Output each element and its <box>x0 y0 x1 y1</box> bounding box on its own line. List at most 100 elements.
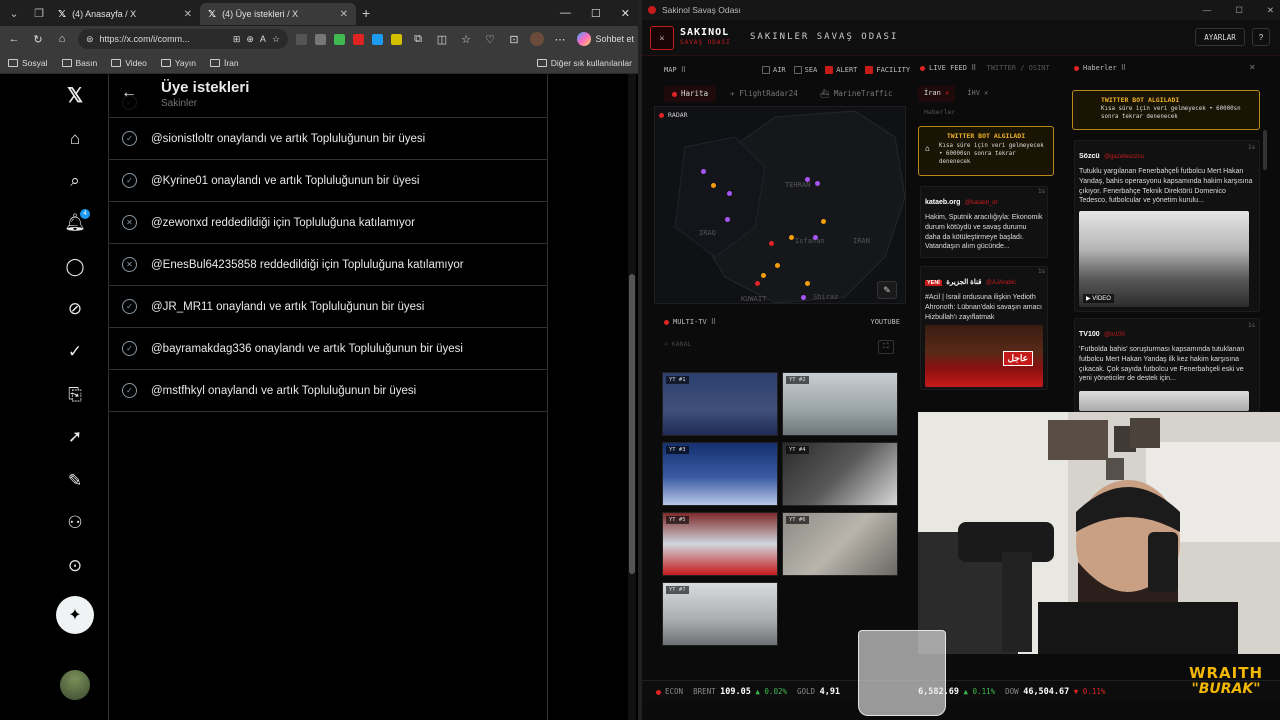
tab-flightradar[interactable]: ✈ FlightRadar24 <box>722 86 806 102</box>
close-icon[interactable]: ✕ <box>184 9 192 20</box>
list-item[interactable]: ✓ @sionistloltr onaylandı ve artık Toplu… <box>109 118 547 160</box>
news-image[interactable]: ▶ VİDEO <box>1079 211 1249 307</box>
tv-screen[interactable]: YT #5 <box>662 512 778 576</box>
close-icon[interactable]: ✕ <box>1249 63 1256 72</box>
home-icon[interactable]: ⌂ <box>54 33 70 45</box>
map-marker[interactable] <box>769 241 774 246</box>
news-item[interactable]: TV100 @tv100 'Futbolda bahis' soruşturma… <box>1074 318 1260 412</box>
jobs-rocket-icon[interactable]: ➚ <box>64 426 86 448</box>
tab-ihv[interactable]: İHV ✕ <box>961 86 994 102</box>
url-input[interactable]: ⊜ https://x.com/i/comm... ⊞ ⊕ A ☆ <box>78 29 288 49</box>
close-icon[interactable]: ✕ <box>945 89 949 97</box>
map-marker[interactable] <box>775 263 780 268</box>
post-button[interactable]: ✦ <box>56 596 94 634</box>
map-marker[interactable] <box>815 181 820 186</box>
map-marker[interactable] <box>801 295 806 300</box>
extension-icon[interactable] <box>296 33 307 45</box>
help-button[interactable]: ? <box>1252 28 1270 46</box>
filter-facility[interactable]: FACILITY <box>865 66 910 74</box>
messages-icon[interactable]: ◯ <box>64 256 86 278</box>
extension-icon[interactable] <box>334 33 345 45</box>
list-item[interactable]: ✓ @Kyrine01 onaylandı ve artık Topluluğu… <box>109 160 547 202</box>
bookmark-folder[interactable]: Basın <box>61 58 97 68</box>
new-tab-button[interactable]: + <box>362 5 370 21</box>
bookmark-folder[interactable]: İran <box>209 58 239 68</box>
explore-search-icon[interactable]: ⌕ <box>64 170 86 192</box>
tab-actions-icon[interactable]: ⌄ <box>3 2 25 24</box>
fullscreen-button[interactable]: ⛶ <box>878 340 894 354</box>
maximize-icon[interactable]: ☐ <box>1235 5 1243 16</box>
settings-button[interactable]: AYARLAR <box>1195 28 1245 46</box>
map-marker[interactable] <box>701 169 706 174</box>
bookmark-folder[interactable]: Sosyal <box>8 58 48 68</box>
list-item[interactable]: ✕ @zewonxd reddedildiği için Topluluğuna… <box>109 202 547 244</box>
refresh-icon[interactable]: ↻ <box>30 33 46 46</box>
extension-icon[interactable] <box>315 33 326 45</box>
tab-home[interactable]: 𝕏 (4) Anasayfa / X ✕ <box>50 3 200 25</box>
tv-screen[interactable]: YT #6 <box>782 512 898 576</box>
workspaces-icon[interactable]: ❐ <box>28 2 50 24</box>
list-item[interactable]: ✓ @bayramakdag336 onaylandı ve artık Top… <box>109 328 547 370</box>
close-icon[interactable]: ✕ <box>984 89 988 97</box>
read-aloud-icon[interactable]: A <box>260 34 266 44</box>
tv-screen[interactable]: YT #4 <box>782 442 898 506</box>
bookmark-folder[interactable]: Yayın <box>160 58 196 68</box>
more-icon[interactable]: ⋯ <box>552 33 568 46</box>
news-item[interactable]: Sözcü @gazetesozcu Tutuklu yargılanan Fe… <box>1074 140 1260 312</box>
grok-icon[interactable]: ⊘ <box>64 298 86 320</box>
extension-icon[interactable] <box>372 33 383 45</box>
filter-air[interactable]: AIR <box>761 66 786 74</box>
tab-marinetraffic[interactable]: ⛴ MarineTraffic <box>812 86 901 102</box>
communities-icon[interactable]: ✎ <box>64 470 86 492</box>
list-item[interactable]: ✕ @EnesBul64235858 reddedildiği için Top… <box>109 244 547 286</box>
tv-screen[interactable]: YT #7 <box>662 582 778 646</box>
split-screen-icon[interactable]: ◫ <box>434 33 450 46</box>
map-marker[interactable] <box>805 281 810 286</box>
app-available-icon[interactable]: ⊞ <box>233 34 241 45</box>
zoom-icon[interactable]: ⊕ <box>246 34 254 45</box>
extension-icon[interactable] <box>391 33 402 45</box>
favorites-icon[interactable]: ☆ <box>458 33 474 46</box>
map-marker[interactable] <box>755 281 760 286</box>
page-scrollbar[interactable] <box>628 74 636 720</box>
tv-screen[interactable]: YT #2 <box>782 372 898 436</box>
profile-icon[interactable]: ⚇ <box>64 512 86 534</box>
tab-iran[interactable]: İran ✕ <box>918 86 956 102</box>
radar-map[interactable]: RADAR TEHRAN IRAQ IRAN KUWAIT Isfahan Sh… <box>654 106 906 304</box>
map-marker[interactable] <box>789 235 794 240</box>
home-icon[interactable]: ⌂ <box>64 128 86 150</box>
map-marker[interactable] <box>761 273 766 278</box>
list-item[interactable]: ✓ @mstfhkyl onaylandı ve artık Topluluğu… <box>109 370 547 412</box>
copilot-button[interactable]: Sohbet et <box>577 32 634 46</box>
minimize-icon[interactable]: — <box>560 7 571 20</box>
profile-avatar[interactable] <box>530 32 544 46</box>
site-info-icon[interactable]: ⊜ <box>86 34 94 45</box>
map-marker[interactable] <box>725 217 730 222</box>
other-favorites[interactable]: Diğer sık kullanılanlar <box>536 58 632 68</box>
map-marker[interactable] <box>727 191 732 196</box>
feed-item[interactable]: kataeb.org @kataeb_dr Hakim, Sputnik ara… <box>920 186 1048 258</box>
close-window-icon[interactable]: ✕ <box>1267 5 1274 16</box>
map-marker[interactable] <box>821 219 826 224</box>
tv-screen[interactable]: YT #3 <box>662 442 778 506</box>
extensions-icon[interactable]: ⧉ <box>410 33 426 46</box>
screenshot-icon[interactable]: ⊡ <box>506 33 522 46</box>
favorite-star-icon[interactable]: ☆ <box>272 34 280 45</box>
maximize-icon[interactable]: ☐ <box>591 7 601 20</box>
minimize-icon[interactable]: — <box>1203 5 1212 16</box>
list-item[interactable]: ✓ @JR_MR11 onaylandı ve artık Topluluğun… <box>109 286 547 328</box>
x-logo-icon[interactable]: 𝕏 <box>64 84 86 107</box>
news-scrollbar[interactable] <box>1263 130 1267 170</box>
more-icon[interactable]: ⊙ <box>64 555 86 577</box>
bookmark-folder[interactable]: Video <box>111 58 147 68</box>
map-marker[interactable] <box>711 183 716 188</box>
back-arrow-icon[interactable]: ← <box>121 84 137 102</box>
feed-item[interactable]: YENİ قناة الجزيرة @AJArabic #Acil | İsra… <box>920 266 1048 390</box>
collections-icon[interactable]: ♡ <box>482 33 498 46</box>
filter-alert[interactable]: ALERT <box>825 66 857 74</box>
close-window-icon[interactable]: ✕ <box>621 7 630 20</box>
extension-icon[interactable] <box>353 33 364 45</box>
tv-screen[interactable]: YT #1 <box>662 372 778 436</box>
tab-harita[interactable]: Harita <box>664 86 717 102</box>
channel-search[interactable]: ⌕ KANAL <box>664 340 691 348</box>
